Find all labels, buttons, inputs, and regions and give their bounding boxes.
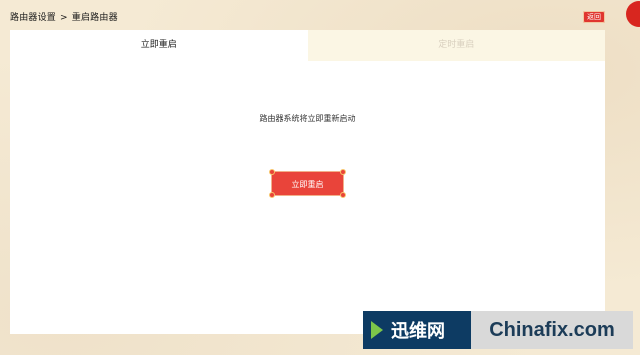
watermark: 迅维网 Chinafix.com: [363, 311, 633, 349]
reboot-now-button[interactable]: 立即重启: [269, 169, 346, 198]
tab-reboot-now[interactable]: 立即重启: [10, 30, 308, 61]
tab-scheduled-reboot[interactable]: 定时重启: [307, 30, 605, 61]
main-panel: 立即重启 定时重启 路由器系统将立即重新启动 立即重启: [10, 30, 605, 334]
watermark-logo: 迅维网: [363, 311, 471, 349]
breadcrumb-current: 重启路由器: [71, 13, 118, 23]
tab-bar: 立即重启 定时重启: [10, 30, 605, 61]
breadcrumb: 路由器设置 > 重启路由器: [10, 10, 118, 23]
corner-ornament-icon: [340, 192, 346, 198]
corner-ornament-icon: [269, 169, 275, 175]
reboot-button-label: 立即重启: [291, 180, 324, 189]
arrow-logo-icon: [371, 321, 383, 339]
breadcrumb-parent[interactable]: 路由器设置: [10, 13, 56, 23]
corner-ornament-icon: [269, 192, 275, 198]
watermark-cn-text: 迅维网: [391, 321, 445, 342]
back-button[interactable]: 返回: [583, 11, 605, 23]
breadcrumb-separator: >: [60, 13, 68, 23]
watermark-en-text: Chinafix.com: [471, 311, 633, 349]
reboot-message: 路由器系统将立即重新启动: [259, 114, 356, 123]
corner-ornament-icon: [340, 169, 346, 175]
